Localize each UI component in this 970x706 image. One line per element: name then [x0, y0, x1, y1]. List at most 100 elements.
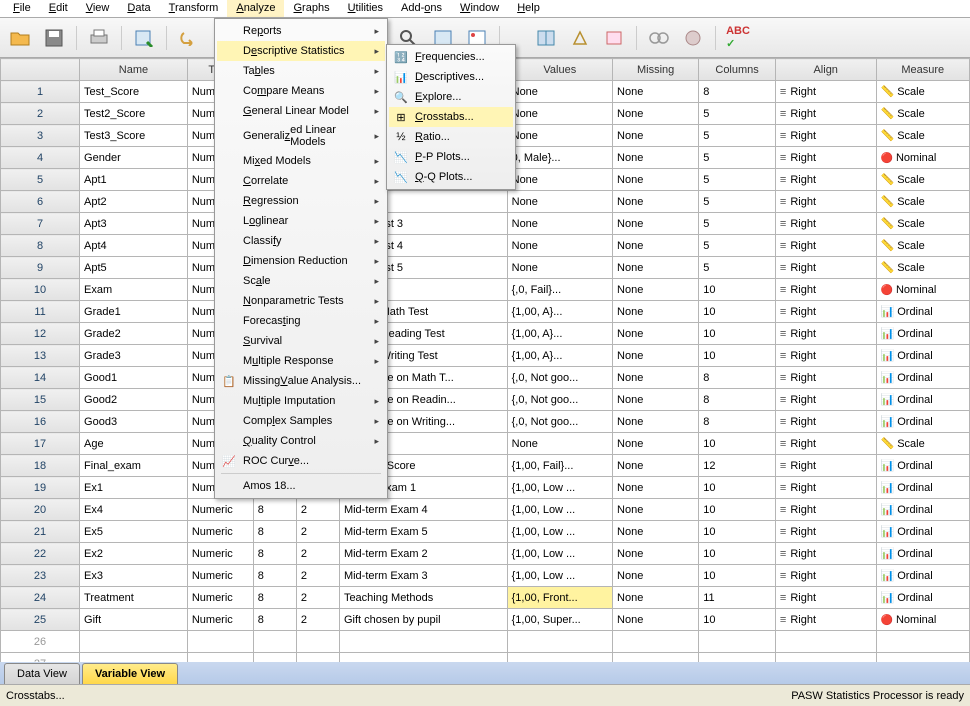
cell-columns[interactable]: 10 — [699, 499, 776, 521]
tab-data-view[interactable]: Data View — [4, 663, 80, 684]
menu-analyze[interactable]: Analyze — [227, 0, 284, 17]
cell-values[interactable]: None — [507, 125, 612, 147]
cell-missing[interactable]: None — [613, 521, 699, 543]
row-number[interactable]: 8 — [1, 235, 80, 257]
cell-label[interactable]: Mid-term Exam 3 — [339, 565, 507, 587]
cell-label[interactable]: Gift chosen by pupil — [339, 609, 507, 631]
table-row[interactable]: 12Grade2Numericade on Reading Test{1,00,… — [1, 323, 970, 345]
menu-mixed[interactable]: Mixed Models — [217, 151, 385, 171]
cell-align[interactable]: Right — [775, 191, 876, 213]
table-row[interactable]: 9Apt5Numerictitude Test 5NoneNone5RightS… — [1, 257, 970, 279]
cell-columns[interactable]: 10 — [699, 543, 776, 565]
menu-amos[interactable]: Amos 18... — [217, 476, 385, 496]
cell-align[interactable]: Right — [775, 587, 876, 609]
cell-align[interactable]: Right — [775, 521, 876, 543]
cell-columns[interactable]: 5 — [699, 169, 776, 191]
cell-values[interactable]: {,0, Fail}... — [507, 279, 612, 301]
submenu-ratio[interactable]: ½Ratio... — [389, 127, 513, 147]
cell-values[interactable]: {,0, Not goo... — [507, 367, 612, 389]
row-number[interactable]: 21 — [1, 521, 80, 543]
cell-measure[interactable]: Ordinal — [876, 587, 969, 609]
cell-name[interactable]: Ex3 — [80, 565, 188, 587]
cell-name[interactable]: Grade1 — [80, 301, 188, 323]
submenu-crosstabs[interactable]: ⊞Crosstabs... — [389, 107, 513, 127]
cell-measure[interactable]: Ordinal — [876, 455, 969, 477]
cell-align[interactable]: Right — [775, 389, 876, 411]
col-rownum[interactable] — [1, 59, 80, 81]
cell-type[interactable]: Numeric — [187, 609, 253, 631]
cell-missing[interactable]: None — [613, 147, 699, 169]
row-number[interactable]: 19 — [1, 477, 80, 499]
table-row[interactable]: 7Apt3Numerictitude Test 3NoneNone5RightS… — [1, 213, 970, 235]
cell-missing[interactable]: None — [613, 565, 699, 587]
submenu-explore[interactable]: 🔍Explore... — [389, 87, 513, 107]
row-number[interactable]: 10 — [1, 279, 80, 301]
cell-missing[interactable]: None — [613, 103, 699, 125]
table-row[interactable]: 21Ex5Numeric82Mid-term Exam 5{1,00, Low … — [1, 521, 970, 543]
cell-columns[interactable]: 10 — [699, 279, 776, 301]
cell-name[interactable]: Good3 — [80, 411, 188, 433]
menu-correlate[interactable]: Correlate — [217, 171, 385, 191]
table-row[interactable]: 20Ex4Numeric82Mid-term Exam 4{1,00, Low … — [1, 499, 970, 521]
cell-columns[interactable]: 5 — [699, 235, 776, 257]
menu-scale[interactable]: Scale — [217, 271, 385, 291]
menu-multiple-imputation[interactable]: Multiple Imputation — [217, 391, 385, 411]
table-row[interactable]: 25GiftNumeric82Gift chosen by pupil{1,00… — [1, 609, 970, 631]
cell-columns[interactable]: 5 — [699, 103, 776, 125]
cell-name[interactable]: Apt3 — [80, 213, 188, 235]
cell-measure[interactable]: Ordinal — [876, 477, 969, 499]
col-name[interactable]: Name — [80, 59, 188, 81]
cell-name[interactable]: Ex2 — [80, 543, 188, 565]
submenu-frequencies[interactable]: 🔢Frequencies... — [389, 47, 513, 67]
cell-missing[interactable]: None — [613, 191, 699, 213]
cell-values[interactable]: {1,00, Front... — [507, 587, 612, 609]
cell-align[interactable]: Right — [775, 81, 876, 103]
cell-decimals[interactable]: 2 — [296, 521, 339, 543]
menu-descriptive-statistics[interactable]: Descriptive Statistics — [217, 41, 385, 61]
print-icon[interactable] — [85, 24, 113, 52]
cell-values[interactable]: 0, Male}... — [507, 147, 612, 169]
cell-columns[interactable]: 10 — [699, 433, 776, 455]
cell-measure[interactable]: Ordinal — [876, 565, 969, 587]
cell-columns[interactable]: 5 — [699, 213, 776, 235]
cell-align[interactable]: Right — [775, 125, 876, 147]
cell-measure[interactable]: Ordinal — [876, 543, 969, 565]
cell-decimals[interactable]: 2 — [296, 587, 339, 609]
open-icon[interactable] — [6, 24, 34, 52]
cell-measure[interactable]: Scale — [876, 191, 969, 213]
cell-width[interactable]: 8 — [253, 521, 296, 543]
cell-measure[interactable]: Ordinal — [876, 521, 969, 543]
cell-values[interactable]: {,0, Not goo... — [507, 411, 612, 433]
table-row[interactable]: 16Good3Numericrformance on Writing...{,0… — [1, 411, 970, 433]
table-row-empty[interactable]: 27 — [1, 653, 970, 663]
cell-missing[interactable]: None — [613, 389, 699, 411]
cell-name[interactable]: Gift — [80, 609, 188, 631]
cell-missing[interactable]: None — [613, 301, 699, 323]
cell-columns[interactable]: 12 — [699, 455, 776, 477]
menu-data[interactable]: Data — [118, 0, 159, 17]
cell-columns[interactable]: 10 — [699, 323, 776, 345]
cell-measure[interactable]: Ordinal — [876, 301, 969, 323]
row-number[interactable]: 25 — [1, 609, 80, 631]
row-number[interactable]: 11 — [1, 301, 80, 323]
menu-compare-means[interactable]: Compare Means — [217, 81, 385, 101]
row-number[interactable]: 15 — [1, 389, 80, 411]
cell-missing[interactable]: None — [613, 609, 699, 631]
row-number[interactable]: 1 — [1, 81, 80, 103]
cell-decimals[interactable]: 2 — [296, 609, 339, 631]
menu-utilities[interactable]: Utilities — [339, 0, 392, 17]
cell-values[interactable]: None — [507, 81, 612, 103]
cell-missing[interactable]: None — [613, 257, 699, 279]
cell-missing[interactable]: None — [613, 125, 699, 147]
cell-name[interactable]: Apt5 — [80, 257, 188, 279]
cell-values[interactable]: None — [507, 103, 612, 125]
cell-label[interactable]: Mid-term Exam 5 — [339, 521, 507, 543]
cell-name[interactable]: Good1 — [80, 367, 188, 389]
menu-loglinear[interactable]: Loglinear — [217, 211, 385, 231]
cell-name[interactable]: Apt2 — [80, 191, 188, 213]
cell-missing[interactable]: None — [613, 543, 699, 565]
cell-align[interactable]: Right — [775, 565, 876, 587]
cell-values[interactable]: {1,00, Low ... — [507, 543, 612, 565]
cell-align[interactable]: Right — [775, 455, 876, 477]
cell-missing[interactable]: None — [613, 411, 699, 433]
